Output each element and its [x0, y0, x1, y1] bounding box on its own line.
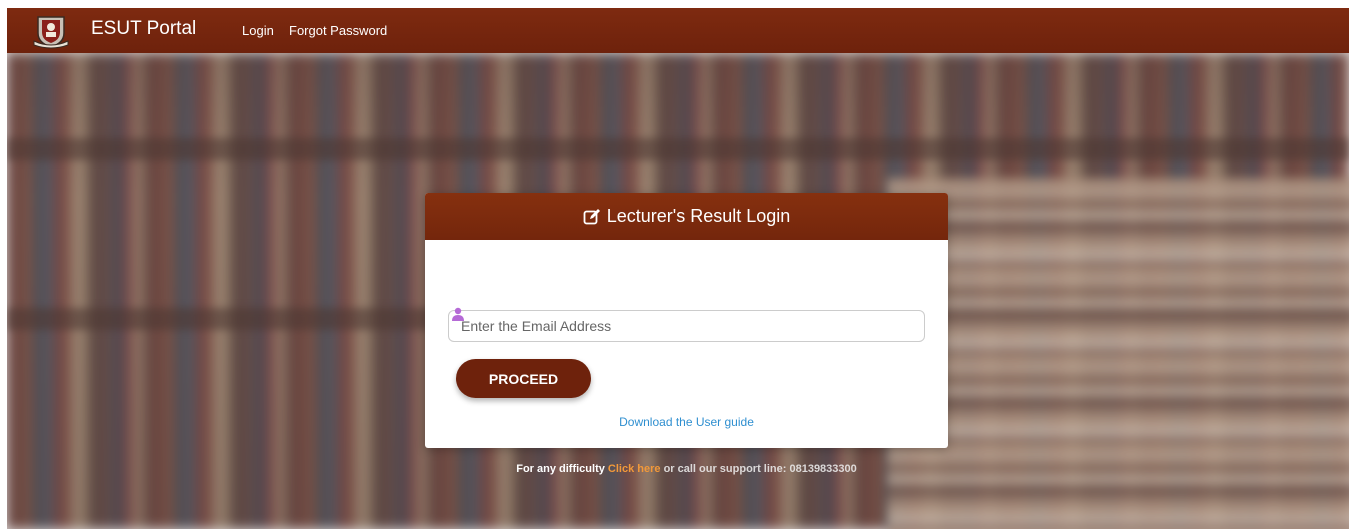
edit-icon — [583, 208, 600, 224]
login-card-title: Lecturer's Result Login — [606, 206, 791, 226]
support-note: For any difficulty Click here or call ou… — [425, 463, 948, 475]
support-note-suffix: or call our support line: 08139833300 — [660, 463, 857, 475]
download-user-guide-link[interactable]: Download the User guide — [425, 415, 948, 429]
nav-forgot-password-link[interactable]: Forgot Password — [289, 23, 387, 38]
login-card: Lecturer's Result Login PROCEED Download… — [425, 193, 948, 448]
university-logo-icon[interactable] — [32, 11, 70, 49]
email-field-wrapper — [448, 307, 925, 342]
nav-login-link[interactable]: Login — [242, 23, 274, 38]
click-here-link[interactable]: Click here — [608, 463, 661, 475]
top-navbar: ESUT Portal Login Forgot Password — [7, 8, 1349, 53]
email-input[interactable] — [461, 311, 921, 341]
page: ESUT Portal Login Forgot Password Lectur… — [7, 8, 1349, 529]
support-note-prefix: For any difficulty — [516, 463, 608, 475]
login-card-header: Lecturer's Result Login — [425, 193, 948, 240]
brand-name[interactable]: ESUT Portal — [91, 18, 196, 40]
proceed-button[interactable]: PROCEED — [456, 359, 591, 398]
